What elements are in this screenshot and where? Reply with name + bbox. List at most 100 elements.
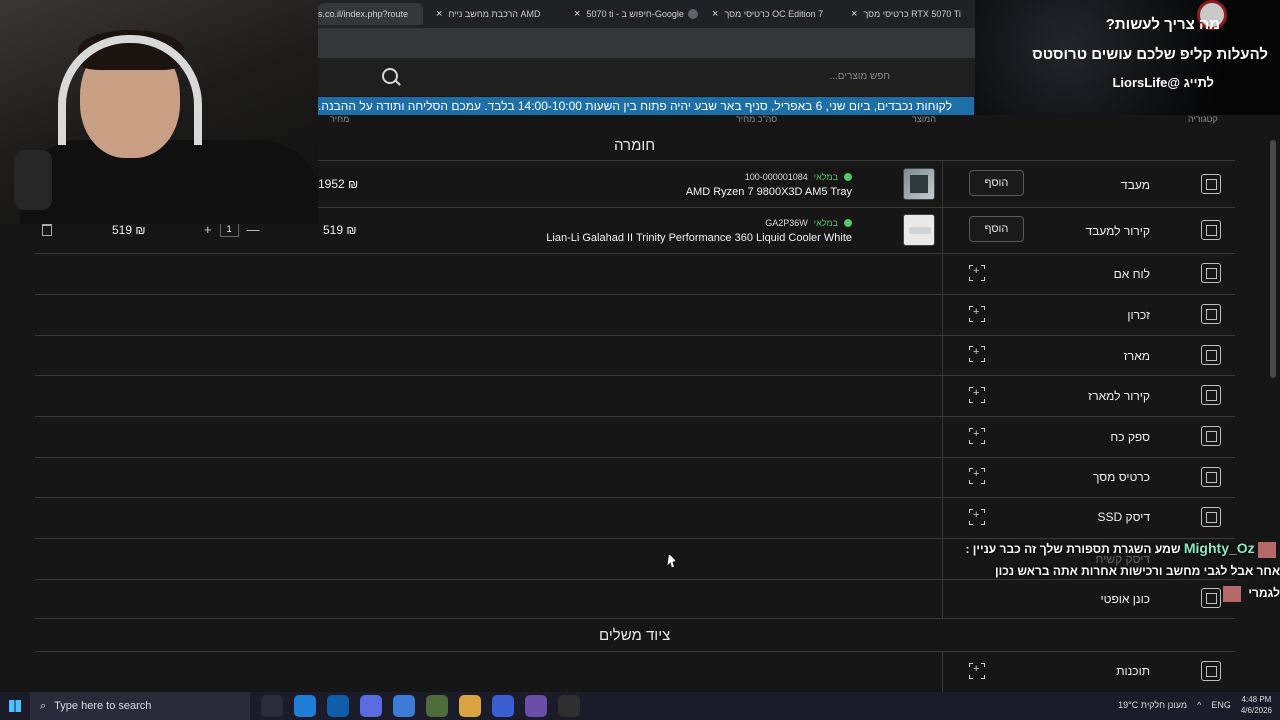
edge-icon[interactable] <box>294 695 316 717</box>
browser-tab[interactable]: × הרכבת מחשב נייח AMD <box>430 3 560 25</box>
file-explorer-icon[interactable] <box>459 695 481 717</box>
add-cooler-button[interactable]: הוסף <box>969 216 1024 242</box>
category-label: כרטיס מסך <box>1092 470 1150 484</box>
product-meta: במלאי 100-000001084 <box>745 172 852 182</box>
select-product-icon[interactable] <box>969 346 985 362</box>
weather-widget[interactable]: 19°C מעונן חלקית <box>1118 700 1187 710</box>
product-sku: 100-000001084 <box>744 172 808 182</box>
search-input[interactable]: חפש מוצרים... <box>829 71 890 82</box>
chat-message-line: לגמרי <box>944 582 1280 604</box>
select-product-icon[interactable] <box>969 428 985 444</box>
browser-tab[interactable]: × כרטיסי מסך OC Edition 7 <box>706 3 842 25</box>
chat-username: Mighty_Oz <box>1183 540 1255 556</box>
product-name[interactable]: AMD Ryzen 7 9800X3D AM5 Tray <box>686 186 852 198</box>
chat-badge-icon <box>1258 541 1276 558</box>
in-stock-icon <box>844 173 852 181</box>
product-meta: במלאי GA2P36W <box>765 218 852 228</box>
tab-close-icon[interactable]: × <box>574 8 580 20</box>
tab-close-icon[interactable]: × <box>436 8 442 20</box>
software-icon <box>1201 661 1221 681</box>
chrome-icon[interactable] <box>426 695 448 717</box>
announcement-banner: לקוחות נכבדים, ביום שני, 6 באפריל, סניף … <box>318 97 974 115</box>
build-row-software: תוכנות <box>35 652 1235 692</box>
task-view-icon[interactable] <box>261 695 283 717</box>
category-label: תוכנות <box>1116 664 1150 678</box>
google-icon <box>687 9 698 19</box>
tray-overflow-icon[interactable]: ^ <box>1197 700 1201 710</box>
microphone-icon <box>14 150 52 210</box>
add-cpu-button[interactable]: הוסף <box>969 170 1024 196</box>
browser-tab[interactable]: × 5070 ti - חיפוש ב-Google <box>568 3 698 25</box>
tab-close-icon[interactable]: × <box>851 8 857 20</box>
build-row-case: מארז <box>35 336 1235 376</box>
system-tray: 19°C מעונן חלקית ^ ENG 4:48 PM 4/6/2026 <box>1118 694 1272 716</box>
browser-tab[interactable]: × כרטיסי מסך RTX 5070 Ti <box>845 3 970 25</box>
stock-status: במלאי <box>813 172 838 182</box>
fan-icon <box>1201 220 1221 240</box>
page-scrollbar[interactable] <box>1270 140 1276 378</box>
tab-title: כרטיסי מסך RTX 5070 Ti <box>863 9 961 19</box>
app-icon[interactable] <box>492 695 514 717</box>
gpu-icon <box>1201 467 1221 487</box>
category-label: דיסק SSD <box>1097 510 1151 524</box>
psu-icon <box>1201 426 1221 446</box>
start-button[interactable] <box>0 692 30 720</box>
windows-taskbar: ⌕ Type here to search <box>0 692 1280 720</box>
store-icon[interactable] <box>327 695 349 717</box>
taskbar-search-input[interactable]: Type here to search <box>54 700 151 712</box>
discord-icon[interactable] <box>525 695 547 717</box>
product-price: 519 ₪ <box>323 223 357 237</box>
search-icon[interactable] <box>382 68 398 84</box>
product-name[interactable]: Lian-Li Galahad II Trinity Performance 3… <box>546 232 852 244</box>
promo-line-2: לתייג @LiorsLife <box>1112 75 1214 90</box>
stream-promo-overlay: מה צריך לעשות? להעלות קליפ שלכם עושים טר… <box>975 0 1280 115</box>
case-fan-icon <box>1201 385 1221 405</box>
browser-tab-active[interactable]: s.co.il/index.php?route <box>318 3 423 25</box>
ssd-icon <box>1201 507 1221 527</box>
select-product-icon[interactable] <box>969 468 985 484</box>
stock-status: במלאי <box>813 218 838 228</box>
obs-icon[interactable] <box>558 695 580 717</box>
promo-line-1: להעלות קליפ שלכם עושים טרוסטס <box>1032 46 1268 63</box>
column-header-cart: מחיר <box>330 114 350 124</box>
select-product-icon[interactable] <box>969 509 985 525</box>
search-bar[interactable]: חפש מוצרים... <box>370 62 900 90</box>
taskbar-search[interactable]: ⌕ Type here to search <box>30 692 250 720</box>
category-label: ספק כח <box>1110 430 1150 444</box>
tab-title: הרכבת מחשב נייח AMD <box>448 9 541 19</box>
chat-overlay: Mighty_Oz שמע השגרת תספורת שלך זה כבר ענ… <box>944 537 1280 603</box>
select-product-icon[interactable] <box>969 387 985 403</box>
tab-close-icon[interactable]: × <box>712 8 718 20</box>
column-header-category: קטגוריה <box>1188 114 1218 124</box>
category-label: זכרון <box>1127 308 1150 322</box>
clock[interactable]: 4:48 PM 4/6/2026 <box>1241 694 1272 716</box>
app-icon[interactable] <box>393 695 415 717</box>
category-label: מעבד <box>1121 178 1150 192</box>
case-icon <box>1201 345 1221 365</box>
build-row-ssd: דיסק SSD <box>35 498 1235 539</box>
select-product-icon[interactable] <box>969 265 985 281</box>
windows-icon <box>9 700 21 712</box>
chat-text: לגמרי <box>1248 586 1280 600</box>
build-row-motherboard: לוח אם <box>35 254 1235 295</box>
category-label: קירור למעבד <box>1085 224 1150 238</box>
chat-text: אחר אבל לגבי מחשב ורכישות אחרות אתה בראש… <box>994 564 1280 578</box>
webcam-overlay <box>0 0 318 224</box>
product-thumbnail[interactable] <box>903 214 935 246</box>
trash-icon[interactable] <box>42 224 52 236</box>
streamer-body <box>20 140 318 224</box>
chat-emote-icon <box>1223 585 1242 602</box>
row-total: 519 ₪ <box>112 223 146 237</box>
select-product-icon[interactable] <box>969 306 985 322</box>
select-product-icon[interactable] <box>969 663 985 679</box>
column-header-product: המוצר <box>912 114 936 124</box>
copilot-icon[interactable] <box>360 695 382 717</box>
section-title-hardware: חומרה <box>614 137 656 154</box>
category-label: לוח אם <box>1113 267 1150 281</box>
search-icon: ⌕ <box>40 699 47 712</box>
category-label: מארז <box>1123 349 1150 363</box>
build-row-case-cooling: קירור למארז <box>35 376 1235 417</box>
product-thumbnail[interactable] <box>903 168 935 200</box>
motherboard-icon <box>1201 263 1221 283</box>
language-indicator[interactable]: ENG <box>1211 700 1231 710</box>
